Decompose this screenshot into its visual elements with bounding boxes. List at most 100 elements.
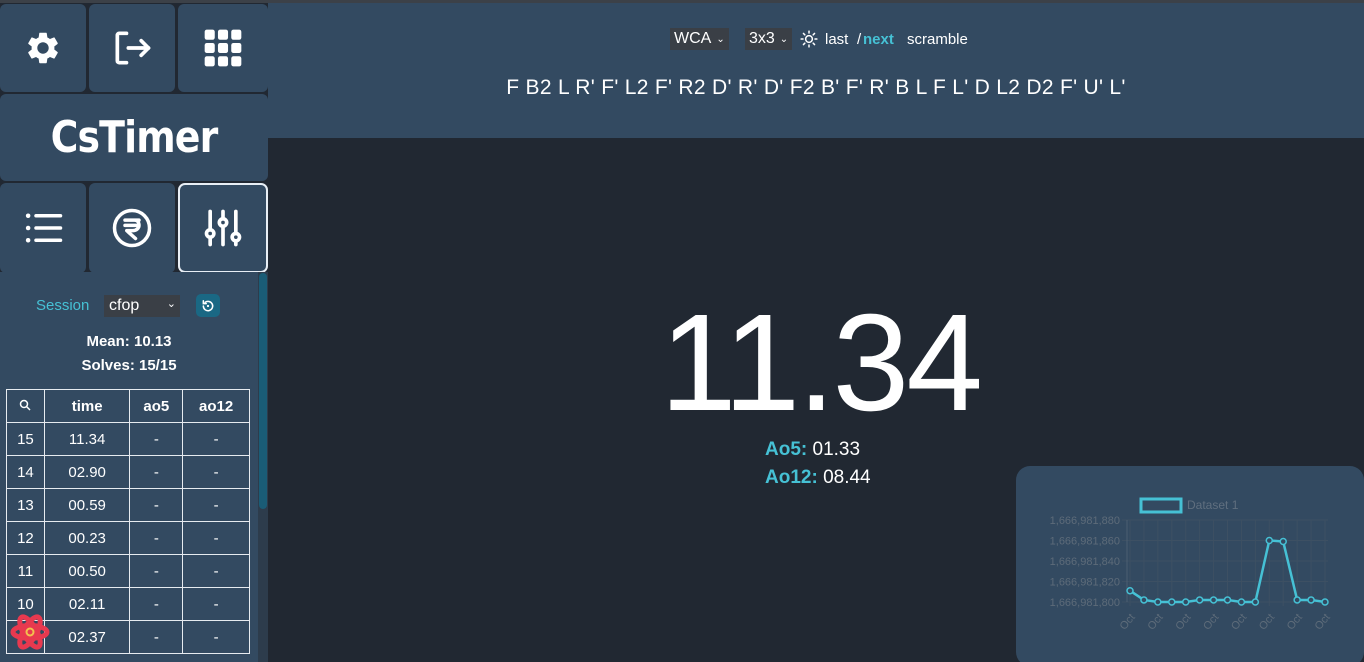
react-devtools-icon[interactable]	[10, 614, 50, 650]
session-select-value: cfop	[109, 297, 140, 314]
ao12-value: 08.44	[823, 467, 871, 488]
chevron-down-icon: ⌄	[716, 33, 725, 45]
chevron-down-icon: ⌄	[779, 33, 789, 45]
y-tick-label: 1,666,981,880	[1050, 515, 1120, 527]
ao5-display: Ao5: 01.33	[765, 439, 860, 461]
scrollbar-thumb[interactable]	[259, 273, 267, 509]
solves-stat: Solves: 15/15	[81, 357, 177, 374]
apps-button[interactable]	[178, 4, 268, 92]
solve-ao12[interactable]: -	[182, 521, 250, 555]
data-point	[1237, 598, 1246, 606]
solve-time[interactable]: 11.34	[43, 422, 131, 456]
timer-display[interactable]: 11.34	[620, 284, 1020, 443]
data-point	[1223, 596, 1232, 604]
table-search-button[interactable]	[6, 389, 45, 423]
solve-ao5[interactable]: -	[129, 422, 184, 456]
data-point	[1154, 598, 1162, 606]
donate-button[interactable]	[89, 183, 175, 273]
solve-index[interactable]: 12	[6, 521, 45, 555]
sliders-icon	[204, 209, 242, 247]
data-point	[1321, 598, 1329, 606]
solve-index[interactable]: 13	[6, 488, 45, 522]
solve-index[interactable]: 15	[6, 422, 45, 456]
solve-ao5[interactable]: -	[129, 554, 184, 588]
table-row[interactable]: 12 00.23- -	[6, 521, 250, 555]
x-tick-label: Oct	[1173, 612, 1193, 633]
settings-button[interactable]	[0, 4, 86, 92]
scramble-header: WCA ⌄ 3x3 ⌄ last / next scramble F B2 L …	[268, 3, 1364, 138]
sun-icon[interactable]	[800, 30, 818, 48]
x-tick-label: Oct	[1285, 612, 1305, 633]
solve-time[interactable]: 02.37	[43, 620, 131, 654]
y-tick-label: 1,666,981,860	[1050, 536, 1120, 548]
solve-index[interactable]: 14	[6, 455, 45, 489]
logout-button[interactable]	[89, 4, 175, 92]
scramble-type-value: WCA	[674, 30, 712, 47]
data-point	[1126, 586, 1134, 595]
table-row[interactable]: 14 02.90- -	[6, 455, 250, 489]
rupee-icon	[112, 208, 152, 248]
data-point	[1181, 598, 1190, 606]
data-point	[1251, 598, 1260, 606]
solve-ao12[interactable]: -	[182, 554, 250, 588]
solve-time[interactable]: 00.23	[43, 521, 131, 555]
app-logo-text: CsTimer	[50, 112, 219, 163]
solves-list-button[interactable]	[0, 183, 86, 273]
solve-ao5[interactable]: -	[129, 455, 184, 489]
x-tick-label: Oct	[1313, 612, 1333, 633]
gear-icon	[28, 32, 58, 64]
scramble-sequence[interactable]: F B2 L R' F' L2 F' R2 D' R' D' F2 B' F' …	[268, 76, 1364, 100]
solve-ao5[interactable]: -	[129, 620, 184, 654]
solve-ao5[interactable]: -	[129, 488, 184, 522]
solve-ao12[interactable]: -	[182, 620, 250, 654]
solve-ao12[interactable]: -	[182, 488, 250, 522]
solve-time-chart: Dataset 1 1,666,981,880 1,666,981,860 1,666…	[1050, 497, 1333, 633]
scramble-type-select[interactable]: WCA ⌄	[670, 28, 729, 50]
chevron-down-icon: ⌄	[166, 298, 176, 310]
solve-index[interactable]: 11	[6, 554, 45, 588]
logout-icon	[115, 31, 151, 65]
next-scramble-link[interactable]: next	[863, 31, 894, 48]
data-point	[1209, 596, 1218, 604]
solve-time[interactable]: 02.11	[43, 587, 131, 621]
solve-time[interactable]: 00.50	[43, 554, 131, 588]
data-point	[1168, 598, 1176, 606]
table-row[interactable]: 11 00.50- -	[6, 554, 250, 588]
last-scramble-link[interactable]: last	[825, 31, 848, 48]
solve-ao12[interactable]: -	[182, 422, 250, 456]
table-row[interactable]: 13 00.59- -	[6, 488, 250, 522]
data-point	[1265, 536, 1274, 545]
refresh-icon	[202, 299, 214, 311]
ao5-value: 01.33	[812, 439, 861, 460]
ao12-display: Ao12: 08.44	[765, 467, 871, 489]
solve-ao5[interactable]: -	[129, 521, 184, 555]
legend-swatch	[1139, 497, 1183, 514]
puzzle-value: 3x3	[749, 30, 775, 47]
solve-ao12[interactable]: -	[182, 455, 250, 489]
puzzle-select[interactable]: 3x3 ⌄	[745, 28, 793, 50]
chart-panel: Dataset 1 1,666,981,880 1,666,981,860 1,666…	[1016, 466, 1364, 662]
column-header-ao12[interactable]: ao12	[182, 389, 250, 423]
apps-grid-icon	[204, 29, 242, 67]
solve-ao5[interactable]: -	[129, 587, 184, 621]
table-header-row: time ao5 ao12	[6, 389, 250, 423]
solve-ao12[interactable]: -	[182, 587, 250, 621]
data-point	[1140, 596, 1148, 604]
solve-time[interactable]: 00.59	[43, 488, 131, 522]
data-point	[1293, 596, 1301, 604]
x-tick-label: Oct	[1257, 612, 1277, 633]
table-row[interactable]: 15 11.34- -	[6, 422, 250, 456]
ao12-label: Ao12:	[765, 467, 818, 488]
session-select[interactable]: cfop ⌄	[104, 295, 180, 317]
data-point	[1307, 596, 1315, 604]
column-header-ao5[interactable]: ao5	[129, 389, 184, 423]
options-button[interactable]	[178, 183, 268, 273]
x-tick-label: Oct	[1118, 612, 1138, 633]
column-header-time[interactable]: time	[43, 389, 131, 423]
search-icon	[20, 399, 31, 411]
list-icon	[25, 213, 63, 243]
data-point	[1279, 537, 1287, 546]
legend-label: Dataset 1	[1187, 498, 1239, 512]
solve-time[interactable]: 02.90	[43, 455, 131, 489]
reset-session-button[interactable]	[196, 294, 220, 317]
